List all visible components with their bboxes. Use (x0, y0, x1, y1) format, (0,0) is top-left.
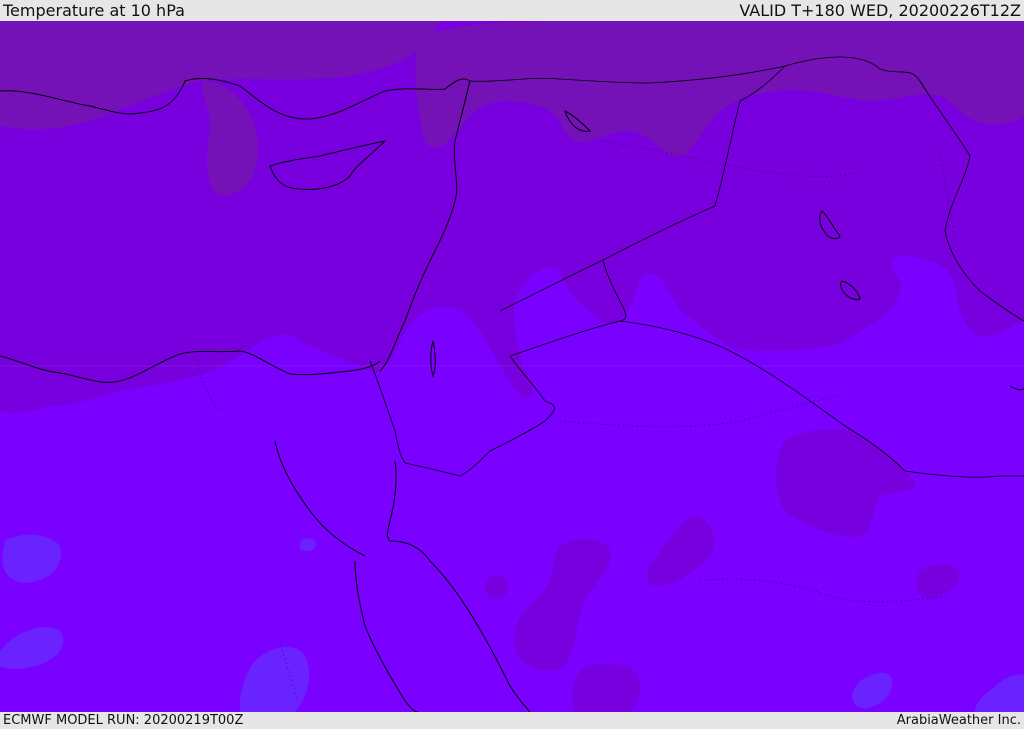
map-canvas[interactable] (0, 21, 1024, 712)
valid-time-label: VALID T+180 WED, 20200226T12Z (739, 1, 1021, 20)
model-run-label: ECMWF MODEL RUN: 20200219T00Z (3, 713, 244, 728)
weather-map-frame: Temperature at 10 hPa VALID T+180 WED, 2… (0, 0, 1024, 729)
header-bar: Temperature at 10 hPa VALID T+180 WED, 2… (0, 0, 1024, 21)
map-svg (0, 21, 1024, 712)
field-warm-south-bottom (572, 663, 641, 712)
map-title: Temperature at 10 hPa (3, 1, 185, 20)
credit-label: ArabiaWeather Inc. (896, 713, 1021, 728)
footer-bar: ECMWF MODEL RUN: 20200219T00Z ArabiaWeat… (0, 712, 1024, 729)
